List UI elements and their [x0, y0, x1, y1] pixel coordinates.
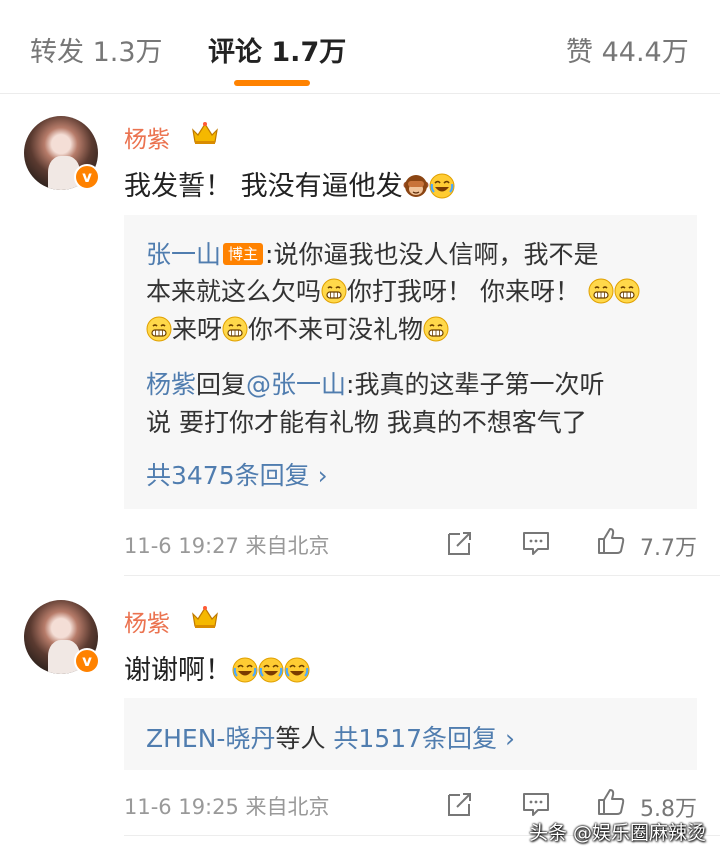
reply-mention[interactable]: @张一山 — [246, 370, 346, 399]
grin-icon — [588, 278, 614, 304]
laugh-cry-icon — [284, 657, 310, 683]
laugh-cry-icon — [232, 657, 258, 683]
reply-item: 杨紫回复@张一山:我真的这辈子第一次听 — [146, 365, 604, 401]
comment-item: v 杨紫 我发誓！ 我没有逼他发 张一山 博主:说你逼我也没人信啊，我不是 本来就… — [0, 94, 720, 576]
comment-text-body: 谢谢啊！ — [124, 655, 232, 686]
host-tag: 博主 — [223, 243, 264, 265]
comment-icon[interactable] — [521, 528, 551, 558]
verified-badge-icon: v — [74, 648, 100, 674]
reply-names[interactable]: ZHEN-晓丹 — [146, 724, 275, 753]
active-tab-indicator — [234, 80, 310, 86]
grin-icon — [614, 278, 640, 304]
share-icon[interactable] — [445, 528, 475, 558]
reply-text-line: 来呀 你不来可没礼物 — [146, 310, 449, 346]
comment-icon[interactable] — [521, 789, 551, 819]
reply-text: 你不来可没礼物 — [248, 315, 424, 344]
crown-badge-icon — [190, 604, 220, 630]
grin-icon — [222, 316, 248, 342]
tab-repost[interactable]: 转发 1.3万 — [30, 30, 163, 69]
laugh-cry-icon — [429, 173, 455, 199]
tab-comment[interactable]: 评论 1.7万 — [208, 30, 346, 69]
reply-text: :我真的这辈子第一次听 — [346, 370, 605, 399]
like-icon[interactable] — [596, 526, 626, 556]
comment-username[interactable]: 杨紫 — [124, 120, 170, 154]
crown-badge-icon — [190, 120, 220, 146]
grin-icon — [321, 278, 347, 304]
reply-text: 你打我呀！ 你来呀！ — [347, 277, 580, 306]
comment-tabs: 转发 1.3万 评论 1.7万 赞 44.4万 — [0, 0, 720, 94]
like-icon[interactable] — [596, 787, 626, 817]
grin-icon — [423, 316, 449, 342]
reply-box[interactable]: ZHEN-晓丹等人 共1517条回复 › — [124, 698, 697, 770]
reply-box[interactable]: 张一山 博主:说你逼我也没人信啊，我不是 本来就这么欠吗 你打我呀！ 你来呀！ 来呀… — [124, 215, 697, 509]
comment-text-body: 我发誓！ 我没有逼他发 — [124, 171, 403, 202]
more-replies-link[interactable]: 共3475条回复 › — [146, 456, 328, 492]
see-no-evil-monkey-icon — [403, 173, 429, 199]
reply-text: 来呀 — [172, 315, 223, 344]
comment-text: 我发誓！ 我没有逼他发 — [124, 164, 455, 203]
reply-summary[interactable]: ZHEN-晓丹等人 共1517条回复 › — [146, 719, 515, 755]
comment-meta: 11-6 19:25 来自北京 — [124, 795, 330, 819]
laugh-cry-icon — [258, 657, 284, 683]
watermark: 头条 @娱乐圈麻辣烫 — [528, 822, 706, 844]
grin-icon — [146, 316, 172, 342]
tab-like[interactable]: 赞 44.4万 — [566, 30, 689, 69]
reply-text: :说你逼我也没人信啊，我不是 — [265, 240, 599, 269]
more-replies-link[interactable]: 共1517条回复 › — [333, 724, 515, 753]
comment-meta: 11-6 19:27 来自北京 — [124, 534, 330, 558]
reply-keyword: 回复 — [196, 370, 247, 399]
reply-text-line: 本来就这么欠吗 你打我呀！ 你来呀！ — [146, 272, 640, 308]
comment-username[interactable]: 杨紫 — [124, 604, 170, 638]
comment-text: 谢谢啊！ — [124, 648, 310, 687]
reply-author[interactable]: 杨紫 — [146, 370, 196, 399]
verified-badge-icon: v — [74, 164, 100, 190]
share-icon[interactable] — [445, 789, 475, 819]
reply-text: 本来就这么欠吗 — [146, 277, 322, 306]
reply-item: 张一山 博主:说你逼我也没人信啊，我不是 — [146, 235, 598, 271]
reply-names-suffix: 等人 — [275, 724, 334, 753]
comment-item: v 杨紫 谢谢啊！ ZHEN-晓丹等人 共1517条回复 › 11-6 19:2… — [0, 576, 720, 838]
reply-author[interactable]: 张一山 — [146, 240, 221, 269]
like-count: 7.7万 — [640, 536, 697, 561]
reply-text-line: 说 要打你才能有礼物 我真的不想客气了 — [146, 408, 587, 437]
